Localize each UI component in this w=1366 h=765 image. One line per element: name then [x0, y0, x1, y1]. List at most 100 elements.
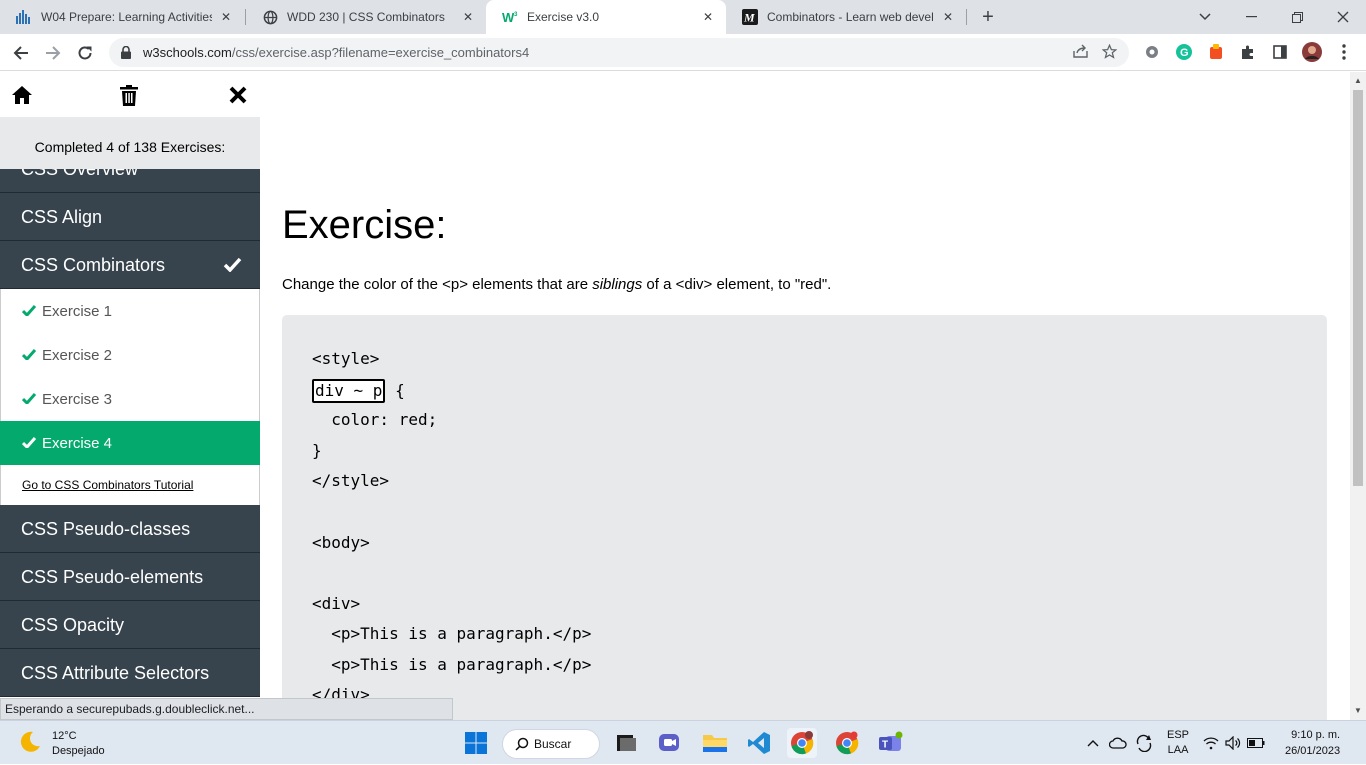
tab-mdn-combinators[interactable]: M Combinators - Learn web develo ✕ [726, 0, 966, 34]
check-icon [21, 435, 37, 452]
weather-widget[interactable]: 12°C Despejado [18, 729, 105, 759]
exercise-label: Exercise 2 [42, 346, 113, 364]
share-icon[interactable] [1073, 44, 1088, 62]
tab-title: Combinators - Learn web develo [767, 10, 934, 24]
exercise-sidebar: Completed 4 of 138 Exercises: CSS Overvi… [0, 72, 260, 720]
tab-wdd230[interactable]: WDD 230 | CSS Combinators ✕ [246, 0, 486, 34]
exercise-heading: Exercise: [282, 203, 447, 247]
category-css-pseudo-classes[interactable]: CSS Pseudo-classes [0, 505, 260, 553]
exercise-1[interactable]: Exercise 1 [0, 289, 260, 333]
taskbar-search[interactable]: Buscar [502, 729, 600, 759]
tutorial-link[interactable]: Go to CSS Combinators Tutorial [0, 465, 260, 505]
tab-title: W04 Prepare: Learning Activities [41, 10, 212, 24]
category-label: CSS Combinators [21, 255, 166, 275]
chrome-icon[interactable] [832, 728, 862, 758]
vscode-icon[interactable] [744, 728, 774, 758]
close-tab-icon[interactable]: ✕ [700, 10, 716, 24]
check-icon [21, 391, 37, 408]
new-tab-button[interactable]: + [976, 5, 1000, 29]
exercise-2[interactable]: Exercise 2 [0, 333, 260, 377]
instruction-text: Change the color of the <p> elements tha… [282, 276, 593, 293]
grammarly-icon[interactable]: G [1173, 41, 1195, 63]
svg-text:T: T [882, 740, 888, 751]
chat-meet-icon[interactable] [655, 728, 685, 758]
globe-icon [262, 9, 278, 25]
wifi-icon[interactable] [1203, 736, 1219, 750]
code-line: } [312, 441, 322, 460]
category-label: CSS Pseudo-elements [21, 567, 204, 587]
tab-w04-prepare[interactable]: W04 Prepare: Learning Activities ✕ [0, 0, 244, 34]
forward-button[interactable] [40, 40, 66, 66]
category-label: CSS Opacity [21, 615, 125, 635]
extensions-puzzle-icon[interactable] [1237, 41, 1259, 63]
code-line: <p>This is a paragraph.</p> [312, 624, 592, 643]
scroll-down-icon[interactable]: ▼ [1354, 706, 1362, 715]
exercise-instructions: Change the color of the <p> elements tha… [282, 276, 831, 293]
category-css-combinators[interactable]: CSS Combinators [0, 241, 260, 289]
chrome-profile-icon[interactable] [787, 728, 817, 758]
bookmark-star-icon[interactable] [1101, 43, 1118, 62]
code-line: color: red; [312, 410, 438, 429]
home-icon[interactable] [9, 82, 35, 108]
extension-gear-icon[interactable] [1141, 41, 1163, 63]
w3schools-icon: W3 [502, 9, 518, 25]
instruction-text: of a <div> element, to "red". [642, 276, 832, 293]
tab-exercise[interactable]: W3 Exercise v3.0 ✕ [486, 0, 726, 34]
page-scrollbar[interactable]: ▲ ▼ [1350, 72, 1366, 720]
close-icon[interactable] [225, 82, 251, 108]
minimize-button[interactable] [1228, 0, 1274, 34]
sync-icon[interactable] [1135, 734, 1153, 752]
address-bar[interactable]: w3schools.com/css/exercise.asp?filename=… [109, 38, 1129, 67]
search-icon [515, 737, 529, 751]
code-line: div ~ p { [312, 379, 405, 403]
file-explorer-icon[interactable] [700, 728, 730, 758]
keyboard-layout[interactable]: LAA [1167, 743, 1189, 758]
browser-status-bar: Esperando a securepubads.g.doubleclick.n… [0, 698, 453, 720]
volume-icon[interactable] [1225, 736, 1241, 750]
lock-icon[interactable] [121, 46, 135, 59]
input-language[interactable]: ESP [1167, 728, 1189, 743]
battery-icon[interactable] [1247, 738, 1265, 748]
trash-icon[interactable] [116, 82, 142, 108]
clock-date[interactable]: 26/01/2023 [1285, 743, 1340, 759]
close-tab-icon[interactable]: ✕ [218, 10, 234, 24]
chevron-up-icon[interactable] [1087, 739, 1099, 747]
browser-toolbar: w3schools.com/css/exercise.asp?filename=… [0, 34, 1366, 71]
exercise-3[interactable]: Exercise 3 [0, 377, 260, 421]
close-tab-icon[interactable]: ✕ [940, 10, 956, 24]
category-label: CSS Pseudo-classes [21, 519, 191, 539]
category-css-attribute-selectors[interactable]: CSS Attribute Selectors [0, 649, 260, 697]
svg-text:M: M [743, 11, 755, 25]
scroll-thumb[interactable] [1353, 90, 1363, 486]
exercise-4[interactable]: Exercise 4 [0, 421, 260, 465]
profile-avatar[interactable] [1301, 41, 1323, 63]
url-path: /css/exercise.asp?filename=exercise_comb… [231, 45, 530, 60]
exercise-label: Exercise 1 [42, 302, 113, 320]
browser-menu-icon[interactable] [1333, 41, 1355, 63]
category-label: CSS Attribute Selectors [21, 663, 210, 683]
task-view-icon[interactable] [610, 728, 640, 758]
restore-button[interactable] [1274, 0, 1320, 34]
tab-search-chevron-icon[interactable] [1182, 0, 1228, 34]
page-content: Completed 4 of 138 Exercises: CSS Overvi… [0, 72, 1350, 720]
code-line: <p>This is a paragraph.</p> [312, 655, 592, 674]
onedrive-icon[interactable] [1109, 737, 1127, 749]
side-panel-icon[interactable] [1269, 41, 1291, 63]
clock-time[interactable]: 9:10 p. m. [1285, 727, 1340, 743]
category-css-opacity[interactable]: CSS Opacity [0, 601, 260, 649]
answer-input[interactable]: div ~ p [312, 379, 386, 403]
close-window-button[interactable] [1320, 0, 1366, 34]
exercise-main: Exercise: Change the color of the <p> el… [260, 72, 1350, 720]
svg-text:3: 3 [514, 12, 518, 18]
category-css-align[interactable]: CSS Align [0, 193, 260, 241]
exercise-progress: Completed 4 of 138 Exercises: [0, 117, 260, 169]
teams-icon[interactable]: T [876, 728, 906, 758]
close-tab-icon[interactable]: ✕ [460, 10, 476, 24]
completed-check-icon [223, 241, 242, 290]
extension-orange-icon[interactable] [1205, 41, 1227, 63]
reload-button[interactable] [72, 40, 98, 66]
category-css-pseudo-elements[interactable]: CSS Pseudo-elements [0, 553, 260, 601]
back-button[interactable] [8, 40, 34, 66]
windows-start-icon[interactable] [461, 728, 491, 758]
scroll-up-icon[interactable]: ▲ [1354, 76, 1362, 85]
